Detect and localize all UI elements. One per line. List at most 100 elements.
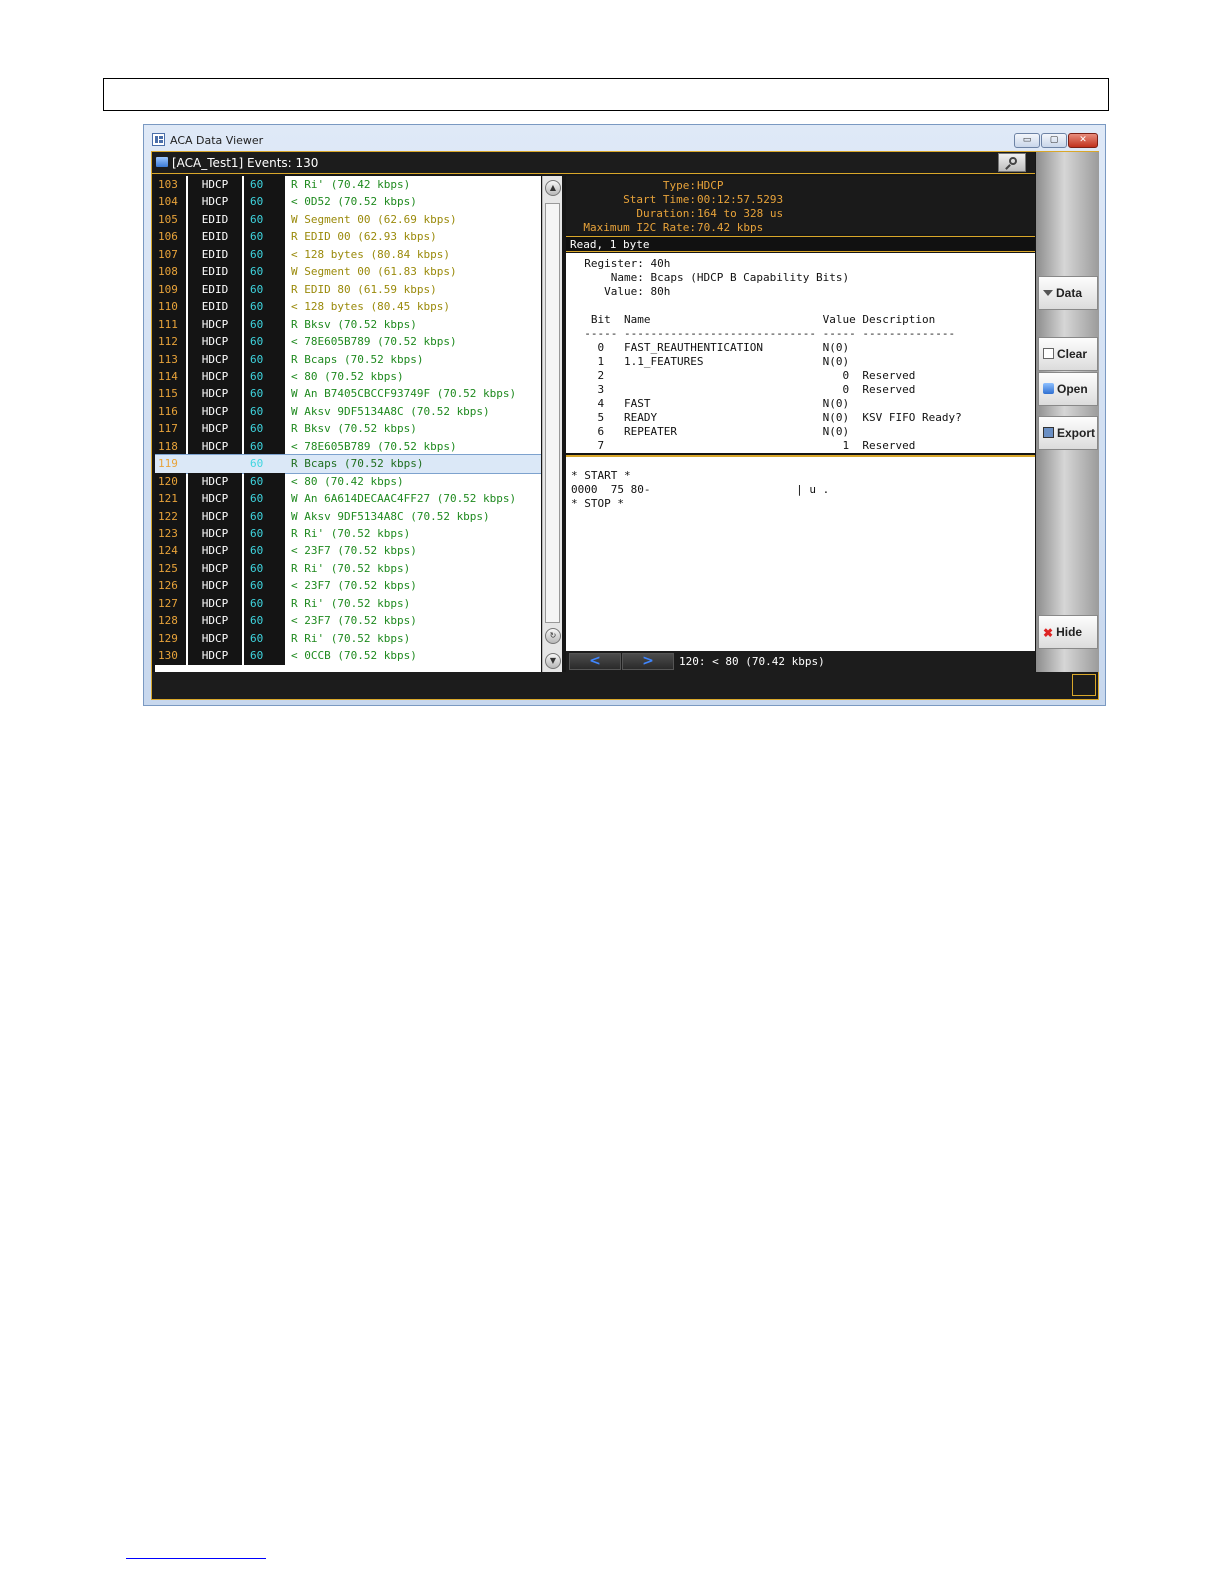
bit-table-row: 1 1.1_FEATURES N(0) <box>571 355 850 368</box>
event-type: HDCP <box>188 367 242 386</box>
event-row[interactable]: 108 EDID 60 W Segment 00 (61.83 kbps) <box>155 263 541 281</box>
event-description: < 23F7 (70.52 kbps) <box>291 544 417 558</box>
event-number: 122 <box>155 507 186 526</box>
maximize-button[interactable]: ▢ <box>1041 133 1067 148</box>
event-port: 60 <box>244 559 285 578</box>
event-description: R Ri' (70.52 kbps) <box>291 631 411 645</box>
open-button[interactable]: Open <box>1038 372 1098 406</box>
aca-data-viewer-window: ACA Data Viewer ▭ ▢ ✕ [ACA_Test1] Events… <box>143 124 1106 706</box>
close-button[interactable]: ✕ <box>1068 133 1098 148</box>
event-port: 60 <box>244 315 285 334</box>
event-row[interactable]: 126 HDCP 60 < 23F7 (70.52 kbps) <box>155 577 541 595</box>
app-icon <box>152 133 165 146</box>
hide-button[interactable]: ✖ Hide <box>1038 615 1098 649</box>
event-type: HDCP <box>188 647 242 665</box>
event-row[interactable]: 128 HDCP 60 < 23F7 (70.52 kbps) <box>155 612 541 630</box>
event-type: HDCP <box>188 333 242 351</box>
event-port: 60 <box>244 385 285 403</box>
event-row[interactable]: 107 EDID 60 < 128 bytes (80.84 kbps) <box>155 245 541 264</box>
event-row[interactable]: 120 HDCP 60 < 80 (70.42 kbps) <box>155 472 541 491</box>
event-description: < 0D52 (70.52 kbps) <box>291 195 417 209</box>
event-type: HDCP <box>188 420 242 438</box>
event-description: R Ri' (70.52 kbps) <box>291 596 411 610</box>
event-row[interactable]: 115 HDCP 60 W An B7405CBCCF93749F (70.52 kb… <box>155 385 541 403</box>
event-row[interactable]: 124 HDCP 60 < 23F7 (70.52 kbps) <box>155 542 541 560</box>
event-row[interactable]: 109 EDID 60 R EDID 80 (61.59 kbps) <box>155 280 541 299</box>
event-row[interactable]: 103 HDCP 60 R Ri' (70.42 kbps) <box>155 176 541 194</box>
event-type: HDCP <box>188 559 242 578</box>
event-number: 121 <box>155 490 186 508</box>
event-number: 106 <box>155 228 186 246</box>
event-row[interactable]: 116 HDCP 60 W Aksv 9DF5134A8C (70.52 kbps) <box>155 402 541 421</box>
event-port: 60 <box>244 263 285 281</box>
event-row[interactable]: 122 HDCP 60 W Aksv 9DF5134A8C (70.52 kbps) <box>155 507 541 526</box>
event-row[interactable]: 111 HDCP 60 R Bksv (70.52 kbps) <box>155 315 541 334</box>
event-port: 60 <box>244 367 285 386</box>
chevron-down-icon <box>1043 290 1053 296</box>
event-number: 107 <box>155 245 186 264</box>
clear-button[interactable]: Clear <box>1038 337 1098 371</box>
capture-header: [ACA_Test1] Events: 130 <box>152 152 1035 174</box>
event-number: 130 <box>155 647 186 665</box>
event-row[interactable]: 112 HDCP 60 < 78E605B789 (70.52 kbps) <box>155 333 541 351</box>
scroll-down-icon[interactable]: ▼ <box>545 653 561 669</box>
event-port: 60 <box>244 402 285 421</box>
event-row[interactable]: 125 HDCP 60 R Ri' (70.52 kbps) <box>155 559 541 578</box>
data-button[interactable]: Data <box>1038 276 1098 310</box>
event-row[interactable]: 129 HDCP 60 R Ri' (70.52 kbps) <box>155 629 541 648</box>
event-port: 60 <box>244 507 285 526</box>
event-row[interactable]: 130 HDCP 60 < 0CCB (70.52 kbps) <box>155 647 541 665</box>
event-row[interactable]: 105 EDID 60 W Segment 00 (62.69 kbps) <box>155 210 541 229</box>
event-list-scrollbar[interactable]: ▲ ↻ ▼ <box>542 176 562 672</box>
event-row[interactable]: 117 HDCP 60 R Bksv (70.52 kbps) <box>155 420 541 438</box>
event-description: W Aksv 9DF5134A8C (70.52 kbps) <box>291 509 490 523</box>
search-icon[interactable] <box>998 153 1026 172</box>
previous-event-button[interactable]: < <box>569 653 621 670</box>
title-bar[interactable]: ACA Data Viewer ▭ ▢ ✕ <box>144 125 1105 151</box>
export-button[interactable]: Export <box>1038 416 1098 450</box>
event-row[interactable]: 104 HDCP 60 < 0D52 (70.52 kbps) <box>155 193 541 211</box>
capture-title: [ACA_Test1] Events: 130 <box>172 156 319 170</box>
event-description: W An B7405CBCCF93749F (70.52 kbps) <box>291 387 517 401</box>
event-row[interactable]: 121 HDCP 60 W An 6A614DECAAC4FF27 (70.52 kb… <box>155 490 541 508</box>
event-row[interactable]: 113 HDCP 60 R Bcaps (70.52 kbps) <box>155 350 541 368</box>
event-number: 105 <box>155 210 186 229</box>
register-detail-panel: Register: 40h Name: Bcaps (HDCP B Capabi… <box>566 253 1035 453</box>
event-port: 60 <box>244 280 285 299</box>
scroll-thumb[interactable] <box>545 203 560 623</box>
next-event-button[interactable]: > <box>622 653 674 670</box>
side-toolbar: Data Clear Open Export ✖ Hide <box>1036 152 1099 672</box>
folder-icon <box>156 157 168 167</box>
event-number: 124 <box>155 542 186 560</box>
event-port: 60 <box>244 193 285 211</box>
event-description: R Bcaps (70.52 kbps) <box>291 457 424 471</box>
bit-table-row: 6 REPEATER N(0) <box>571 425 850 438</box>
event-port: 60 <box>244 176 285 194</box>
event-number: 104 <box>155 193 186 211</box>
event-number: 118 <box>155 437 186 456</box>
event-row[interactable]: 119 HDCP 60 R Bcaps (70.52 kbps) <box>155 454 541 474</box>
event-row[interactable]: 118 HDCP 60 < 78E605B789 (70.52 kbps) <box>155 437 541 456</box>
minimize-button[interactable]: ▭ <box>1014 133 1040 148</box>
bit-table-rule: ----- ----------------------------- ----… <box>571 327 956 340</box>
event-number: 113 <box>155 350 186 368</box>
event-row[interactable]: 110 EDID 60 < 128 bytes (80.45 kbps) <box>155 298 541 316</box>
event-row[interactable]: 127 HDCP 60 R Ri' (70.52 kbps) <box>155 594 541 613</box>
event-number: 103 <box>155 176 186 194</box>
event-type: EDID <box>188 298 242 316</box>
footer-rule <box>126 1558 266 1559</box>
client-area: [ACA_Test1] Events: 130 103 HDCP 60 R Ri' (… <box>151 151 1099 700</box>
event-number: 116 <box>155 402 186 421</box>
event-row[interactable]: 123 HDCP 60 R Ri' (70.52 kbps) <box>155 525 541 543</box>
raw-stop: * STOP * <box>571 497 624 510</box>
bit-table-row: 4 FAST N(0) <box>571 397 850 410</box>
event-type: HDCP <box>188 507 242 526</box>
event-row[interactable]: 106 EDID 60 R EDID 00 (62.93 kbps) <box>155 228 541 246</box>
event-port: 60 <box>244 245 285 264</box>
scroll-up-icon[interactable]: ▲ <box>545 180 561 196</box>
page-header-box <box>103 78 1109 111</box>
event-list[interactable]: 103 HDCP 60 R Ri' (70.42 kbps) 104 HDCP 60 < 0D… <box>155 176 541 672</box>
event-number: 115 <box>155 385 186 403</box>
scroll-page-icon[interactable]: ↻ <box>545 628 561 644</box>
event-row[interactable]: 114 HDCP 60 < 80 (70.52 kbps) <box>155 367 541 386</box>
